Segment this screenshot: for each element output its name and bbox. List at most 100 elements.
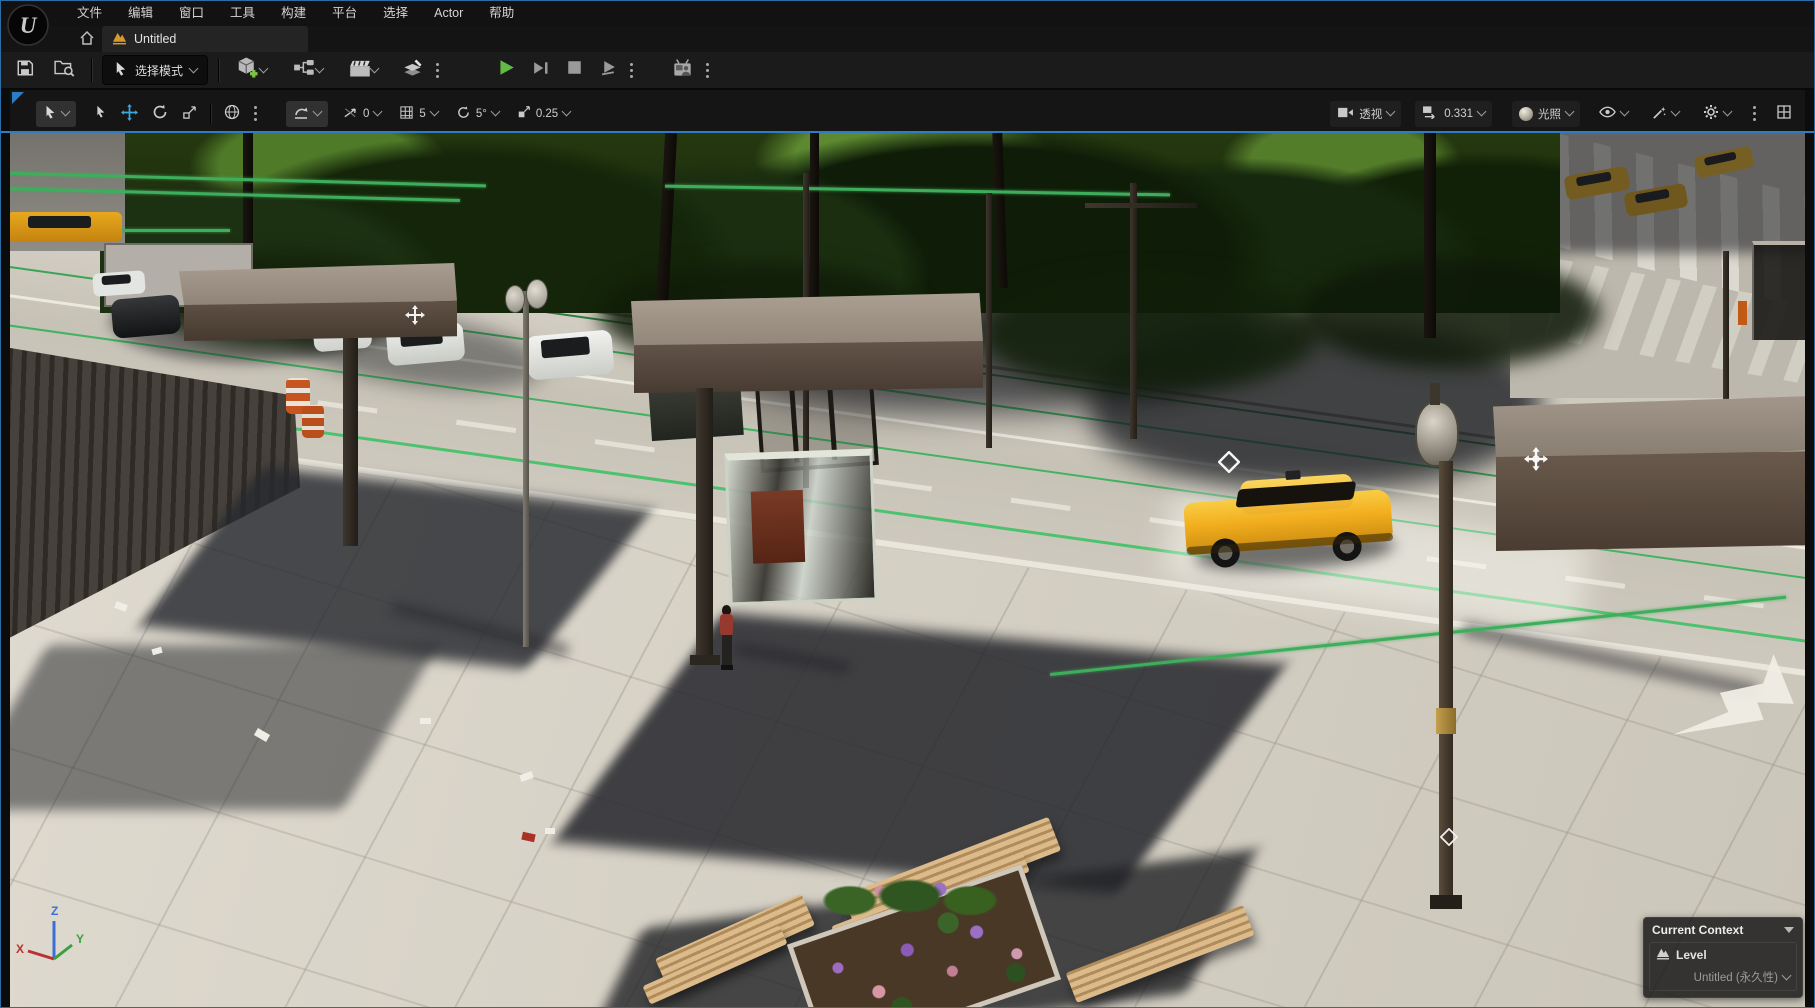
rotation-snapping-dropdown[interactable]: 5° — [449, 101, 506, 127]
stop-button[interactable] — [561, 55, 588, 85]
menu-edit[interactable]: 编辑 — [115, 0, 166, 26]
viewport-select-mode-dropdown[interactable] — [36, 100, 76, 127]
launch-button[interactable] — [594, 55, 623, 85]
frame-skip-button[interactable] — [527, 55, 555, 85]
blueprints-button[interactable] — [287, 55, 329, 85]
svg-text:U: U — [20, 13, 38, 38]
transform-options-kebab[interactable] — [247, 106, 264, 121]
menu-platforms[interactable]: 平台 — [319, 0, 370, 26]
active-pane-corner — [12, 92, 24, 104]
ornate-lamp-finial — [1430, 383, 1440, 405]
viewport-toolbar-divider — [210, 103, 211, 124]
unreal-logo[interactable]: U — [6, 3, 50, 47]
viewport-options-kebab[interactable] — [1746, 106, 1763, 121]
right-panel-edge[interactable] — [1805, 90, 1815, 1008]
axis-x-label: X — [16, 942, 24, 956]
actor-sprite-icon[interactable] — [405, 305, 425, 325]
editor-modes-button[interactable] — [396, 55, 429, 85]
chevron-down-icon — [314, 63, 325, 73]
actor-sprite-icon[interactable] — [1439, 827, 1460, 848]
platforms-kebab[interactable] — [699, 62, 716, 78]
chevron-down-icon — [1619, 106, 1630, 117]
menu-file[interactable]: 文件 — [64, 0, 115, 26]
menu-tools[interactable]: 工具 — [217, 0, 268, 26]
context-panel-header[interactable]: Current Context — [1644, 918, 1802, 940]
toolbar-divider — [91, 58, 92, 82]
white-car — [92, 270, 146, 297]
menu-select[interactable]: 选择 — [370, 0, 421, 26]
scale-tool-button[interactable] — [175, 101, 204, 127]
taxi — [1182, 470, 1396, 580]
view-mode-label: 透视 — [1359, 108, 1383, 121]
viewport-focus-border — [0, 131, 1815, 133]
left-panel-edge[interactable] — [0, 90, 10, 1008]
tab-bar: Untitled — [0, 26, 1815, 52]
current-context-panel: Current Context Level Untitled (永久性) — [1643, 917, 1803, 998]
scale-snapping-dropdown[interactable]: 0.25 — [510, 101, 577, 127]
layers-brush-icon — [402, 58, 423, 83]
signal-pole — [1130, 183, 1137, 439]
quad-grid-icon — [1776, 104, 1792, 123]
chevron-down-icon — [312, 106, 323, 117]
menu-window[interactable]: 窗口 — [166, 0, 217, 26]
tab-label: Untitled — [134, 32, 177, 46]
paper-debris — [420, 718, 431, 724]
camera-speed-dropdown[interactable]: 0.331 — [1415, 100, 1492, 127]
preview-effects-dropdown[interactable] — [1645, 101, 1686, 127]
eye-icon — [1599, 106, 1616, 121]
view-mode-dropdown[interactable]: 透视 — [1330, 100, 1402, 127]
rotation-snap-icon — [456, 105, 471, 123]
cinematics-button[interactable] — [343, 55, 384, 85]
rotate-tool-button[interactable] — [145, 101, 175, 127]
selection-gizmo-icon[interactable] — [1524, 447, 1548, 471]
select-mode-dropdown[interactable]: 选择模式 — [102, 55, 209, 85]
stop-icon — [567, 60, 582, 80]
device-tv-icon — [672, 58, 693, 83]
menu-bar: 文件 编辑 窗口 工具 构建 平台 选择 Actor 帮助 — [0, 0, 1815, 26]
viewport-settings-dropdown[interactable] — [1696, 101, 1738, 127]
frame-skip-icon — [533, 60, 549, 81]
quad-view-button[interactable] — [1769, 101, 1799, 127]
home-button[interactable] — [72, 28, 102, 52]
road-turn-arrow — [1655, 636, 1815, 749]
launch-icon — [600, 60, 617, 81]
save-button[interactable] — [10, 55, 40, 85]
tab-untitled[interactable]: Untitled — [102, 26, 308, 52]
canopy-center-front — [634, 341, 983, 393]
world-coordinate-button[interactable] — [217, 101, 247, 127]
menu-help[interactable]: 帮助 — [476, 0, 527, 26]
traffic-barrel — [302, 405, 324, 438]
surface-snapping-dropdown[interactable] — [286, 100, 328, 127]
play-button[interactable] — [492, 55, 521, 85]
play-options-kebab[interactable] — [623, 62, 640, 78]
actor-sprite-icon[interactable] — [1217, 450, 1241, 474]
tree-trunk — [1424, 133, 1436, 338]
dark-sedan — [110, 294, 182, 339]
platforms-button[interactable] — [666, 55, 699, 85]
utility-pole — [1723, 251, 1729, 423]
viewport-3d[interactable]: Z X Y Current Context Level Untitled (永久… — [0, 133, 1815, 1008]
context-level-dropdown[interactable]: Untitled (永久性) — [1656, 969, 1792, 985]
grid-snapping-dropdown[interactable]: 5 — [392, 101, 444, 127]
context-level-label: Level — [1676, 948, 1707, 962]
canopy-left-post — [343, 338, 358, 546]
lit-mode-dropdown[interactable]: 光照 — [1512, 100, 1580, 127]
signal-arm — [1085, 203, 1197, 208]
toolbar-overflow-kebab[interactable] — [429, 62, 446, 78]
show-flags-dropdown[interactable] — [1592, 101, 1635, 127]
chevron-down-icon — [1385, 106, 1396, 117]
canopy-center-post — [696, 388, 713, 660]
axis-snapping-dropdown[interactable]: 0 — [336, 101, 388, 127]
scale-snap-icon — [517, 105, 531, 122]
ornate-lamp-head — [1415, 401, 1459, 467]
menu-build[interactable]: 构建 — [268, 0, 319, 26]
select-tool-button[interactable] — [86, 101, 114, 127]
add-actor-button[interactable] — [229, 55, 273, 85]
menu-actor[interactable]: Actor — [421, 0, 476, 26]
main-toolbar: 选择模式 — [0, 52, 1815, 90]
surface-snap-icon — [293, 104, 309, 123]
select-arrow-icon — [93, 105, 107, 122]
move-tool-button[interactable] — [114, 101, 145, 127]
cursor-icon — [43, 105, 57, 122]
browse-content-button[interactable] — [48, 55, 81, 85]
